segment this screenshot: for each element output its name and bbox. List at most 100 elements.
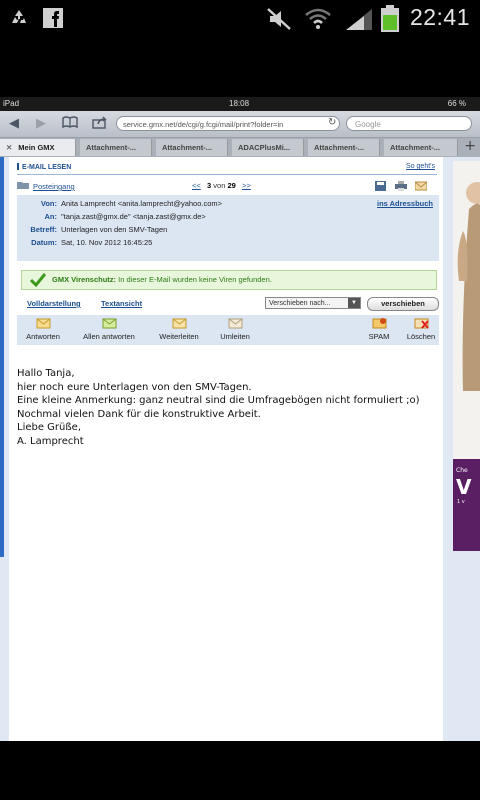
folder-icon <box>17 181 30 192</box>
header-from: Von: Anita Lamprecht <anita.lamprecht@ya… <box>17 199 439 210</box>
virus-title: GMX Virenschutz: <box>52 275 117 284</box>
forward-icon[interactable]: ▶ <box>36 116 46 131</box>
text-view-link[interactable]: Textansicht <box>101 299 142 308</box>
pager-of: von <box>213 181 226 190</box>
page-content: E-MAIL LESEN So geht's Posteingang << 3 … <box>0 157 480 741</box>
tab-adacplus[interactable]: ADACPlusMi... <box>232 139 304 156</box>
body-line: Eine kleine Anmerkung: ganz neutral sind… <box>17 395 420 407</box>
share-icon[interactable] <box>92 116 108 133</box>
reply-label: Antworten <box>26 332 60 341</box>
spam-icon <box>372 318 386 329</box>
view-and-move-bar: Volldarstellung Textansicht Verschieben … <box>17 294 439 312</box>
from-value: Anita Lamprecht <anita.lamprecht@yahoo.c… <box>61 199 223 208</box>
ipad-status-bar: iPad 18:08 66 % <box>0 97 480 111</box>
forward-button[interactable]: Weiterleiten <box>155 317 203 341</box>
ad-text-big: V <box>456 475 472 499</box>
mail-body: Hallo Tanja, hier noch eure Unterlagen v… <box>17 367 439 449</box>
battery-icon <box>380 5 400 37</box>
advertisement-banner[interactable]: Che V 1 v <box>453 161 480 551</box>
tab-mein-gmx[interactable]: ✕ Mein GMX <box>0 139 76 156</box>
total-pages: 29 <box>227 181 236 190</box>
section-marker-icon <box>17 163 19 170</box>
android-status-bar: 22:41 <box>0 0 480 38</box>
move-folder-select[interactable]: Verschieben nach... ▼ <box>265 297 361 309</box>
browser-toolbar: ◀ ▶ service.gmx.net/de/cgi/g.fcgi/mail/p… <box>0 111 480 138</box>
ad-text-top: Che <box>456 467 468 474</box>
to-label: An: <box>44 212 58 221</box>
section-title: E-MAIL LESEN <box>17 163 71 171</box>
forward-icon <box>172 318 186 329</box>
mail-navigation: Posteingang << 3 von 29 >> <box>17 181 439 193</box>
tab-label: ADACPlusMi... <box>238 143 291 152</box>
search-input[interactable]: Google <box>346 116 472 131</box>
body-line: A. Lamprecht <box>17 435 84 447</box>
ipad-battery: 66 % <box>447 99 466 108</box>
ad-text-small: 1 v <box>457 499 465 505</box>
subject-label: Betreff: <box>30 225 57 234</box>
reply-all-icon <box>102 318 116 329</box>
ipad-screenshot: iPad 18:08 66 % ◀ ▶ service.gmx.net/de/c… <box>0 97 480 741</box>
recycle-icon <box>8 7 30 33</box>
delete-label: Löschen <box>406 332 436 341</box>
checkmark-icon <box>29 273 47 294</box>
reload-icon[interactable]: ↻ <box>328 117 336 128</box>
tab-label: Attachment-... <box>314 143 365 152</box>
envelope-icon[interactable] <box>414 181 428 193</box>
signal-icon <box>344 7 374 35</box>
pager: << 3 von 29 >> <box>192 181 251 190</box>
mail-headers: Von: Anita Lamprecht <anita.lamprecht@ya… <box>17 195 439 261</box>
current-page: 3 <box>207 181 212 190</box>
left-sidebar-strip <box>0 157 5 741</box>
close-icon[interactable]: ✕ <box>6 143 12 152</box>
reply-all-button[interactable]: Allen antworten <box>73 317 145 341</box>
date-label: Datum: <box>31 238 57 247</box>
reply-button[interactable]: Antworten <box>21 317 65 341</box>
delete-icon <box>414 318 429 329</box>
redirect-icon <box>228 318 242 329</box>
address-book-link[interactable]: ins Adressbuch <box>377 199 433 208</box>
reply-icon <box>36 318 50 329</box>
facebook-icon <box>42 7 64 33</box>
redirect-label: Umleiten <box>220 332 250 341</box>
move-button[interactable]: verschieben <box>367 297 439 311</box>
body-line: Hallo Tanja, <box>17 368 75 379</box>
folder-link[interactable]: Posteingang <box>33 182 75 191</box>
mail-action-bar: Antworten Allen antworten Weiterleiten U… <box>17 315 439 345</box>
date-value: Sat, 10. Nov 2012 16:45:25 <box>61 238 153 247</box>
bookmarks-icon[interactable] <box>62 116 78 132</box>
virus-message: In dieser E-Mail wurden keine Viren gefu… <box>118 275 272 284</box>
tab-label: Mein GMX <box>18 143 55 152</box>
reply-all-label: Allen antworten <box>83 332 135 341</box>
status-time: 22:41 <box>409 4 470 30</box>
forward-label: Weiterleiten <box>159 332 199 341</box>
spam-button[interactable]: SPAM <box>363 317 395 341</box>
tab-label: Attachment-... <box>86 143 137 152</box>
back-icon[interactable]: ◀ <box>9 116 19 131</box>
tab-label: Attachment-... <box>162 143 213 152</box>
new-tab-icon[interactable]: + <box>464 138 476 154</box>
virus-scan-banner: GMX Virenschutz: In dieser E-Mail wurden… <box>21 270 437 290</box>
chevron-down-icon: ▼ <box>348 298 360 308</box>
tab-attachment-3[interactable]: Attachment-... <box>308 139 380 156</box>
redirect-button[interactable]: Umleiten <box>213 317 257 341</box>
url-field[interactable]: service.gmx.net/de/cgi/g.fcgi/mail/print… <box>116 116 340 131</box>
tab-attachment-1[interactable]: Attachment-... <box>80 139 152 156</box>
full-view-link[interactable]: Volldarstellung <box>27 299 81 308</box>
ipad-device-label: iPad <box>3 99 20 108</box>
ipad-time: 18:08 <box>229 99 250 108</box>
help-link[interactable]: So geht's <box>406 163 435 170</box>
spam-label: SPAM <box>368 332 390 341</box>
mute-icon <box>266 7 294 35</box>
print-icon[interactable] <box>395 181 407 193</box>
tab-attachment-2[interactable]: Attachment-... <box>156 139 228 156</box>
body-line: Liebe Grüße, <box>17 422 82 434</box>
prev-page-link[interactable]: << <box>192 181 201 190</box>
tab-attachment-4[interactable]: Attachment-... <box>384 139 458 156</box>
to-value: "tanja.zast@gmx.de" <tanja.zast@gmx.de> <box>61 212 206 221</box>
save-icon[interactable] <box>375 181 386 193</box>
from-label: Von: <box>40 199 57 208</box>
delete-button[interactable]: Löschen <box>403 317 439 341</box>
next-page-link[interactable]: >> <box>242 181 251 190</box>
move-select-value: Verschieben nach... <box>269 300 331 307</box>
wifi-icon <box>304 7 332 35</box>
